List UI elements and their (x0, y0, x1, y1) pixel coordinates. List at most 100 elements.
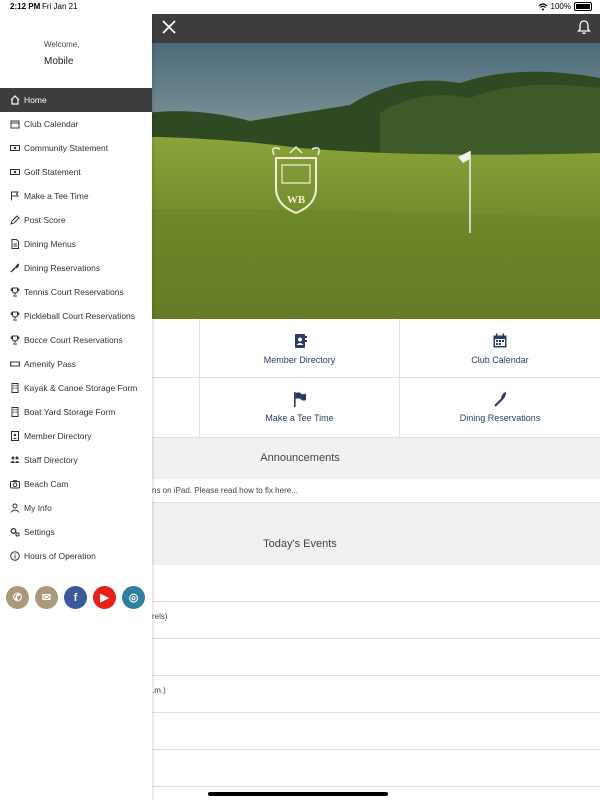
user-name: Mobile (44, 56, 74, 67)
sidebar-item-dining-reservations[interactable]: Dining Reservations (0, 256, 152, 280)
address-book-icon (9, 431, 20, 442)
sidebar-item-label: Hours of Operation (24, 551, 96, 561)
sidebar-item-amenity-pass[interactable]: Amenity Pass (0, 352, 152, 376)
announcement-item[interactable]: ns on iPad. Please read how to fix here.… (152, 486, 298, 495)
sidebar-item-beach-cam[interactable]: Beach Cam (0, 472, 152, 496)
utensils-icon (9, 263, 20, 274)
instagram-icon: ◎ (128, 592, 139, 604)
event-text: rels) (152, 612, 168, 621)
sidebar-item-post-score[interactable]: Post Score (0, 208, 152, 232)
status-time: 2:12 PM (10, 2, 41, 11)
money-icon (9, 167, 20, 178)
status-bar: 2:12 PM Fri Jan 21 100% (0, 0, 600, 14)
facebook-button[interactable]: f (64, 586, 87, 609)
users-icon (9, 455, 20, 466)
close-menu-button[interactable] (160, 19, 178, 37)
notifications-button[interactable] (577, 20, 593, 36)
sidebar-item-golf-statement[interactable]: Golf Statement (0, 160, 152, 184)
sidebar-item-label: Amenity Pass (24, 359, 76, 369)
email-button[interactable]: ✉ (35, 586, 58, 609)
battery-icon (574, 2, 592, 11)
status-right: 100% (538, 2, 592, 11)
sidebar-item-pickleball-court-reservations[interactable]: Pickleball Court Reservations (0, 304, 152, 328)
tile-club-calendar[interactable]: Club Calendar (400, 319, 600, 378)
gears-icon (9, 527, 20, 538)
sidebar-item-kayak-canoe-storage-form[interactable]: Kayak & Canoe Storage Form (0, 376, 152, 400)
sidebar-item-settings[interactable]: Settings (0, 520, 152, 544)
sidebar-item-label: Golf Statement (24, 167, 81, 177)
close-icon (162, 20, 176, 34)
sidebar-item-label: Pickleball Court Reservations (24, 311, 136, 321)
sidebar-item-label: Tennis Court Reservations (24, 287, 124, 297)
tile-label: Dining Reservations (459, 413, 541, 423)
sidebar-item-label: Community Statement (24, 143, 109, 153)
tile-member-directory[interactable]: Member Directory (200, 319, 400, 378)
sidebar-item-community-statement[interactable]: Community Statement (0, 136, 152, 160)
flag-icon (292, 391, 308, 407)
building-icon (9, 407, 20, 418)
announcements-title: Announcements (260, 452, 340, 464)
phone-icon: ✆ (12, 592, 23, 604)
status-date: Fri Jan 21 (42, 2, 78, 11)
social-links: ✆ ✉ f ▶ ◎ (6, 586, 145, 609)
flag-icon (9, 191, 20, 202)
sidebar-item-label: Dining Reservations (24, 263, 101, 273)
building-icon (9, 383, 20, 394)
tile-make-tee-time[interactable]: Make a Tee Time (200, 378, 400, 438)
sidebar-item-dining-menus[interactable]: Dining Menus (0, 232, 152, 256)
sidebar-item-label: Boat Yard Storage Form (24, 407, 116, 417)
sidebar-item-label: Post Score (24, 215, 66, 225)
address-book-icon (292, 333, 308, 349)
bell-icon (577, 20, 591, 35)
event-text: .m.) (152, 686, 166, 695)
sidebar-item-label: Kayak & Canoe Storage Form (24, 383, 138, 393)
home-indicator (208, 792, 388, 796)
money-icon (9, 143, 20, 154)
youtube-button[interactable]: ▶ (93, 586, 116, 609)
wifi-icon (538, 2, 547, 10)
calendar-icon (492, 333, 508, 349)
sidebar-item-home[interactable]: Home (0, 88, 152, 112)
sidebar-item-label: My Info (24, 503, 52, 513)
tile-label: Member Directory (263, 355, 336, 365)
sidebar-item-label: Member Directory (24, 431, 92, 441)
pencil-icon (9, 215, 20, 226)
sidebar-item-member-directory[interactable]: Member Directory (0, 424, 152, 448)
welcome-label: Welcome, (44, 40, 80, 49)
calendar-icon (9, 119, 20, 130)
ticket-icon (9, 359, 20, 370)
sidebar-item-label: Club Calendar (24, 119, 79, 129)
sidebar-item-my-info[interactable]: My Info (0, 496, 152, 520)
facebook-icon: f (73, 591, 78, 604)
sidebar-item-make-a-tee-time[interactable]: Make a Tee Time (0, 184, 152, 208)
youtube-icon: ▶ (100, 592, 109, 604)
sidebar-item-label: Staff Directory (24, 455, 78, 465)
user-icon (9, 503, 20, 514)
tile-label: Make a Tee Time (265, 413, 334, 423)
sidebar-item-tennis-court-reservations[interactable]: Tennis Court Reservations (0, 280, 152, 304)
sidebar-item-label: Beach Cam (24, 479, 69, 489)
drawer-menu: Home Club Calendar Community Statement Golf… (0, 88, 152, 568)
trophy-icon (9, 311, 20, 322)
info-icon (9, 551, 20, 562)
sidebar-item-hours-of-operation[interactable]: Hours of Operation (0, 544, 152, 568)
sidebar-item-bocce-court-reservations[interactable]: Bocce Court Reservations (0, 328, 152, 352)
tile-label: Club Calendar (471, 355, 529, 365)
sidebar-item-label: Settings (24, 527, 55, 537)
trophy-icon (9, 335, 20, 346)
trophy-icon (9, 287, 20, 298)
utensils-icon (492, 391, 508, 407)
svg-text:WB: WB (287, 194, 306, 206)
sidebar-item-staff-directory[interactable]: Staff Directory (0, 448, 152, 472)
sidebar-item-club-calendar[interactable]: Club Calendar (0, 112, 152, 136)
sidebar-item-label: Home (24, 95, 47, 105)
side-drawer: Welcome, Mobile Home Club Calendar Communi… (0, 14, 152, 800)
sidebar-item-boat-yard-storage-form[interactable]: Boat Yard Storage Form (0, 400, 152, 424)
tile-dining-reservations[interactable]: Dining Reservations (400, 378, 600, 438)
sidebar-item-label: Bocce Court Reservations (24, 335, 123, 345)
email-icon: ✉ (41, 592, 52, 604)
phone-button[interactable]: ✆ (6, 586, 29, 609)
document-icon (9, 239, 20, 250)
instagram-button[interactable]: ◎ (122, 586, 145, 609)
camera-icon (9, 479, 20, 490)
